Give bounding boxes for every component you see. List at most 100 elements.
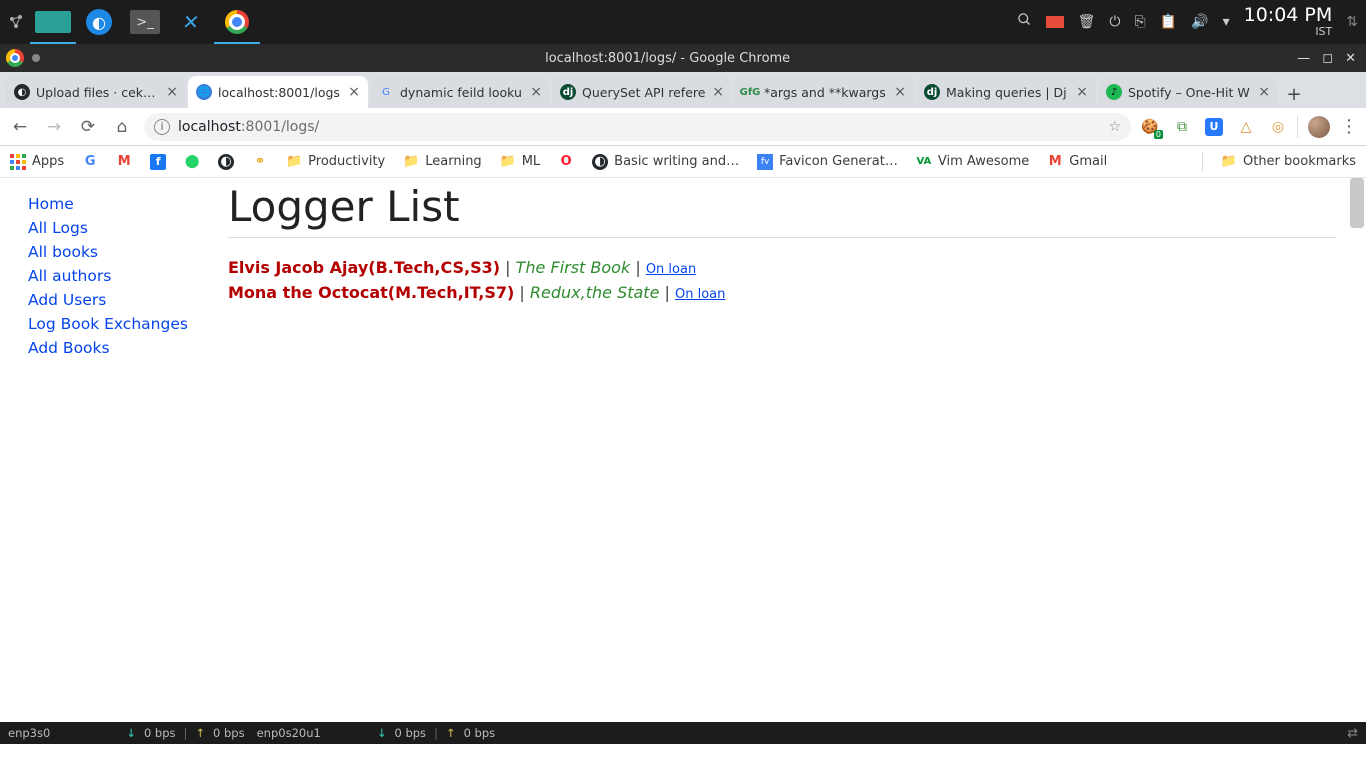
dropdown-icon[interactable]: ▾ — [1223, 14, 1230, 30]
back-button[interactable]: ← — [8, 117, 32, 137]
task-chrome[interactable] — [214, 0, 260, 44]
bookmark-apps[interactable]: Apps — [10, 154, 64, 170]
task-browser[interactable]: ◐ — [76, 0, 122, 44]
log-user: Elvis Jacob Ajay(B.Tech,CS,S3) — [228, 258, 500, 277]
page-viewport: Home All Logs All books All authors Add … — [0, 178, 1366, 722]
task-terminal[interactable]: >_ — [122, 0, 168, 44]
bookmark-vim-awesome[interactable]: VAVim Awesome — [916, 154, 1029, 170]
app-launcher-icon[interactable] — [4, 9, 30, 35]
tab-queryset-api[interactable]: dj QuerySet API refere × — [552, 76, 732, 108]
geeksforgeeks-icon: GfG — [742, 84, 758, 100]
extension-cookie-icon[interactable]: 🍪0 — [1141, 118, 1159, 136]
tab-spotify[interactable]: ♪ Spotify – One-Hit W × — [1098, 76, 1278, 108]
if1-up: 0 bps — [213, 726, 245, 740]
bookmark-google[interactable]: G — [82, 154, 98, 170]
trash-icon[interactable]: 🗑 — [1078, 14, 1096, 30]
sidebar-item-all-books[interactable]: All books — [28, 240, 200, 264]
facebook-icon: f — [150, 154, 166, 170]
task-terminal-active[interactable] — [30, 0, 76, 44]
page-main: Logger List Elvis Jacob Ajay(B.Tech,CS,S… — [200, 178, 1366, 722]
tab-localhost-logs[interactable]: 🌐 localhost:8001/logs × — [188, 76, 368, 108]
gmail-icon: M — [116, 154, 132, 170]
home-button[interactable]: ⌂ — [110, 117, 134, 137]
log-user: Mona the Octocat(M.Tech,IT,S7) — [228, 283, 514, 302]
tab-making-queries[interactable]: dj Making queries | Dj × — [916, 76, 1096, 108]
sidebar-item-all-logs[interactable]: All Logs — [28, 216, 200, 240]
bookmark-gmail[interactable]: M — [116, 154, 132, 170]
tab-close-icon[interactable]: × — [530, 84, 542, 100]
network-icon[interactable]: ⇅ — [1346, 14, 1358, 30]
tab-close-icon[interactable]: × — [348, 84, 360, 100]
extensions-area: 🍪0 ⧉ U △ ◎ — [1141, 118, 1287, 136]
sidebar-item-log-book-exchanges[interactable]: Log Book Exchanges — [28, 312, 200, 336]
bookmarks-bar: Apps G M f ⬤ ◐ ⚭ 📁Productivity 📁Learning… — [0, 146, 1366, 178]
log-status-link[interactable]: On loan — [646, 262, 696, 277]
bookmark-basic-writing[interactable]: ◐Basic writing and… — [592, 154, 739, 170]
sidebar-item-add-users[interactable]: Add Users — [28, 288, 200, 312]
tab-close-icon[interactable]: × — [1258, 84, 1270, 100]
bookmark-ml[interactable]: 📁ML — [500, 154, 540, 170]
volume-icon[interactable]: 🔊 — [1191, 14, 1208, 30]
tab-args-kwargs[interactable]: GfG *args and **kwargs × — [734, 76, 914, 108]
other-bookmarks[interactable]: 📁Other bookmarks — [1221, 154, 1356, 170]
reload-button[interactable]: ⟳ — [76, 117, 100, 137]
bookmark-label: Apps — [32, 154, 64, 169]
maximize-button[interactable]: ◻ — [1322, 51, 1333, 66]
scrollbar[interactable] — [1350, 178, 1364, 228]
bookmark-opera[interactable]: O — [558, 154, 574, 170]
sidebar-item-all-authors[interactable]: All authors — [28, 264, 200, 288]
separator: | — [505, 258, 515, 277]
bookmark-favicon-gen[interactable]: fvFavicon Generat… — [757, 154, 898, 170]
extension-tree-icon[interactable]: ⧉ — [1173, 118, 1191, 136]
sidebar-item-add-books[interactable]: Add Books — [28, 336, 200, 360]
power-icon[interactable]: ⏻ — [1109, 14, 1120, 30]
tab-upload-files[interactable]: ◐ Upload files · cek-op × — [6, 76, 186, 108]
address-bar[interactable]: i localhost:8001/logs/ ☆ — [144, 113, 1131, 141]
arrow-up-icon: ↑ — [446, 726, 456, 740]
sidebar-nav: Home All Logs All books All authors Add … — [0, 178, 200, 722]
tab-close-icon[interactable]: × — [1076, 84, 1088, 100]
clipboard-icon[interactable]: ⎘ — [1135, 14, 1146, 30]
bookmark-whatsapp[interactable]: ⬤ — [184, 154, 200, 170]
globe-icon: 🌐 — [196, 84, 212, 100]
extension-ublock-icon[interactable]: U — [1205, 118, 1223, 136]
task-vscode[interactable]: ✕ — [168, 0, 214, 44]
url-text: localhost:8001/logs/ — [178, 119, 319, 135]
site-info-icon[interactable]: i — [154, 119, 170, 135]
log-status-link[interactable]: On loan — [675, 287, 725, 302]
bookmark-link[interactable]: ⚭ — [252, 154, 268, 170]
paste-icon[interactable]: 📋 — [1160, 14, 1177, 30]
new-tab-button[interactable]: + — [1280, 80, 1308, 108]
google-icon: G — [82, 154, 98, 170]
close-button[interactable]: ✕ — [1345, 51, 1356, 66]
bookmark-github[interactable]: ◐ — [218, 154, 234, 170]
bookmark-productivity[interactable]: 📁Productivity — [286, 154, 385, 170]
clock[interactable]: 10:04 PM IST — [1244, 6, 1333, 37]
search-icon[interactable] — [1017, 12, 1032, 31]
minimize-button[interactable]: — — [1297, 51, 1310, 66]
tab-close-icon[interactable]: × — [712, 84, 724, 100]
bookmark-gmail2[interactable]: MGmail — [1047, 154, 1107, 170]
battery-icon[interactable] — [1046, 16, 1064, 28]
tab-dynamic-field[interactable]: G dynamic feild looku × — [370, 76, 550, 108]
extension-ghost-icon[interactable]: △ — [1237, 118, 1255, 136]
bookmark-learning[interactable]: 📁Learning — [403, 154, 481, 170]
sidebar-item-home[interactable]: Home — [28, 192, 200, 216]
log-entry: Elvis Jacob Ajay(B.Tech,CS,S3) | The Fir… — [228, 256, 1336, 281]
panel-toggle-icon[interactable]: ⇄ — [1347, 726, 1358, 741]
bookmark-star-icon[interactable]: ☆ — [1108, 119, 1121, 135]
tab-close-icon[interactable]: × — [894, 84, 906, 100]
network-interface-1: enp3s0 — [8, 726, 50, 740]
profile-avatar[interactable] — [1308, 116, 1330, 138]
arrow-down-icon: ↓ — [126, 726, 136, 740]
bookmark-facebook[interactable]: f — [150, 154, 166, 170]
chrome-icon — [6, 49, 24, 67]
if2-down: 0 bps — [394, 726, 426, 740]
extension-circles-icon[interactable]: ◎ — [1269, 118, 1287, 136]
log-entry: Mona the Octocat(M.Tech,IT,S7) | Redux,t… — [228, 281, 1336, 306]
bookmark-label: Productivity — [308, 154, 385, 169]
tab-close-icon[interactable]: × — [166, 84, 178, 100]
if1-down: 0 bps — [144, 726, 176, 740]
chrome-menu-button[interactable]: ⋮ — [1340, 116, 1358, 137]
apps-icon — [10, 154, 26, 170]
